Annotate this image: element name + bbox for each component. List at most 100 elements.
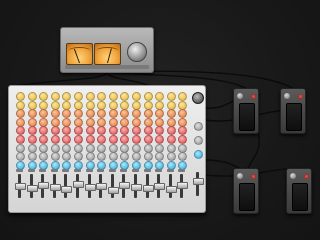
yellow-knob[interactable] <box>50 92 60 101</box>
gray-knob[interactable] <box>85 152 95 162</box>
red-knob[interactable] <box>97 135 107 144</box>
pedal-1[interactable] <box>233 88 259 134</box>
orange-knob[interactable] <box>97 109 107 119</box>
channel-fader[interactable] <box>26 185 38 192</box>
orange-knob[interactable] <box>155 109 165 119</box>
master-aux-knob[interactable] <box>194 122 203 131</box>
pedal-4[interactable] <box>286 168 312 214</box>
pedal-footswitch[interactable] <box>286 103 302 131</box>
red-knob[interactable] <box>39 135 49 144</box>
mute-button[interactable] <box>39 169 47 172</box>
red-knob[interactable] <box>143 135 153 144</box>
pedal-3[interactable] <box>233 168 259 214</box>
pedal-knob[interactable] <box>237 93 243 99</box>
gray-knob[interactable] <box>178 152 188 162</box>
gray-knob[interactable] <box>62 152 72 162</box>
orange-knob[interactable] <box>62 109 72 119</box>
red-knob[interactable] <box>108 135 118 144</box>
gray-knob[interactable] <box>39 152 49 162</box>
master-aux-knob[interactable] <box>194 136 203 145</box>
mute-button[interactable] <box>120 169 128 172</box>
mute-button[interactable] <box>132 169 139 172</box>
yellow-knob[interactable] <box>62 92 72 101</box>
mute-button[interactable] <box>155 169 163 172</box>
mute-button[interactable] <box>50 169 58 172</box>
mute-button[interactable] <box>143 169 151 172</box>
mute-button[interactable] <box>16 169 23 172</box>
yellow-knob[interactable] <box>120 92 130 101</box>
channel-fader[interactable] <box>38 182 50 189</box>
mute-button[interactable] <box>85 169 93 172</box>
orange-knob[interactable] <box>16 109 25 119</box>
master-knob[interactable] <box>192 92 204 104</box>
gray-knob[interactable] <box>50 152 60 162</box>
channel-fader[interactable] <box>165 186 177 193</box>
gray-knob[interactable] <box>108 152 118 162</box>
gray-knob[interactable] <box>74 152 83 162</box>
orange-knob[interactable] <box>27 109 37 119</box>
orange-knob[interactable] <box>50 109 60 119</box>
orange-knob[interactable] <box>120 109 130 119</box>
mute-button[interactable] <box>178 169 186 172</box>
orange-knob[interactable] <box>85 109 95 119</box>
mute-button[interactable] <box>62 169 70 172</box>
yellow-knob[interactable] <box>132 92 141 101</box>
gray-knob[interactable] <box>143 152 153 162</box>
yellow-knob[interactable] <box>27 92 37 101</box>
mute-button[interactable] <box>74 169 81 172</box>
orange-knob[interactable] <box>74 109 83 119</box>
yellow-knob[interactable] <box>166 92 176 101</box>
mute-button[interactable] <box>108 169 116 172</box>
orange-knob[interactable] <box>39 109 49 119</box>
red-knob[interactable] <box>85 135 95 144</box>
vu-gain-knob[interactable] <box>127 42 147 62</box>
red-knob[interactable] <box>132 135 141 144</box>
red-knob[interactable] <box>27 135 37 144</box>
channel-fader[interactable] <box>177 182 189 189</box>
channel-fader[interactable] <box>61 186 73 193</box>
yellow-knob[interactable] <box>108 92 118 101</box>
channel-fader[interactable] <box>131 184 142 191</box>
channel-fader[interactable] <box>119 182 131 189</box>
red-knob[interactable] <box>120 135 130 144</box>
channel-fader[interactable] <box>84 184 96 191</box>
channel-fader[interactable] <box>49 184 61 191</box>
red-knob[interactable] <box>16 135 25 144</box>
pedal-footswitch[interactable] <box>239 183 255 211</box>
pedal-footswitch[interactable] <box>239 103 255 131</box>
yellow-knob[interactable] <box>178 92 188 101</box>
channel-fader[interactable] <box>15 183 26 190</box>
orange-knob[interactable] <box>108 109 118 119</box>
red-knob[interactable] <box>74 135 83 144</box>
yellow-knob[interactable] <box>39 92 49 101</box>
gray-knob[interactable] <box>97 152 107 162</box>
yellow-knob[interactable] <box>143 92 153 101</box>
red-knob[interactable] <box>155 135 165 144</box>
gray-knob[interactable] <box>16 152 25 162</box>
pedal-knob[interactable] <box>237 173 243 179</box>
red-knob[interactable] <box>62 135 72 144</box>
gray-knob[interactable] <box>27 152 37 162</box>
orange-knob[interactable] <box>132 109 141 119</box>
mute-button[interactable] <box>27 169 35 172</box>
orange-knob[interactable] <box>178 109 188 119</box>
pedal-knob[interactable] <box>284 93 290 99</box>
gray-knob[interactable] <box>132 152 141 162</box>
master-blue-knob[interactable] <box>194 150 203 159</box>
channel-fader[interactable] <box>96 183 108 190</box>
channel-fader[interactable] <box>107 187 119 194</box>
gray-knob[interactable] <box>166 152 176 162</box>
orange-knob[interactable] <box>166 109 176 119</box>
pedal-2[interactable] <box>280 88 306 134</box>
orange-knob[interactable] <box>143 109 153 119</box>
yellow-knob[interactable] <box>85 92 95 101</box>
pedal-footswitch[interactable] <box>292 183 308 211</box>
red-knob[interactable] <box>50 135 60 144</box>
channel-fader[interactable] <box>142 185 154 192</box>
yellow-knob[interactable] <box>16 92 25 101</box>
yellow-knob[interactable] <box>97 92 107 101</box>
channel-fader[interactable] <box>73 181 84 188</box>
channel-fader[interactable] <box>154 183 166 190</box>
red-knob[interactable] <box>166 135 176 144</box>
yellow-knob[interactable] <box>74 92 83 101</box>
